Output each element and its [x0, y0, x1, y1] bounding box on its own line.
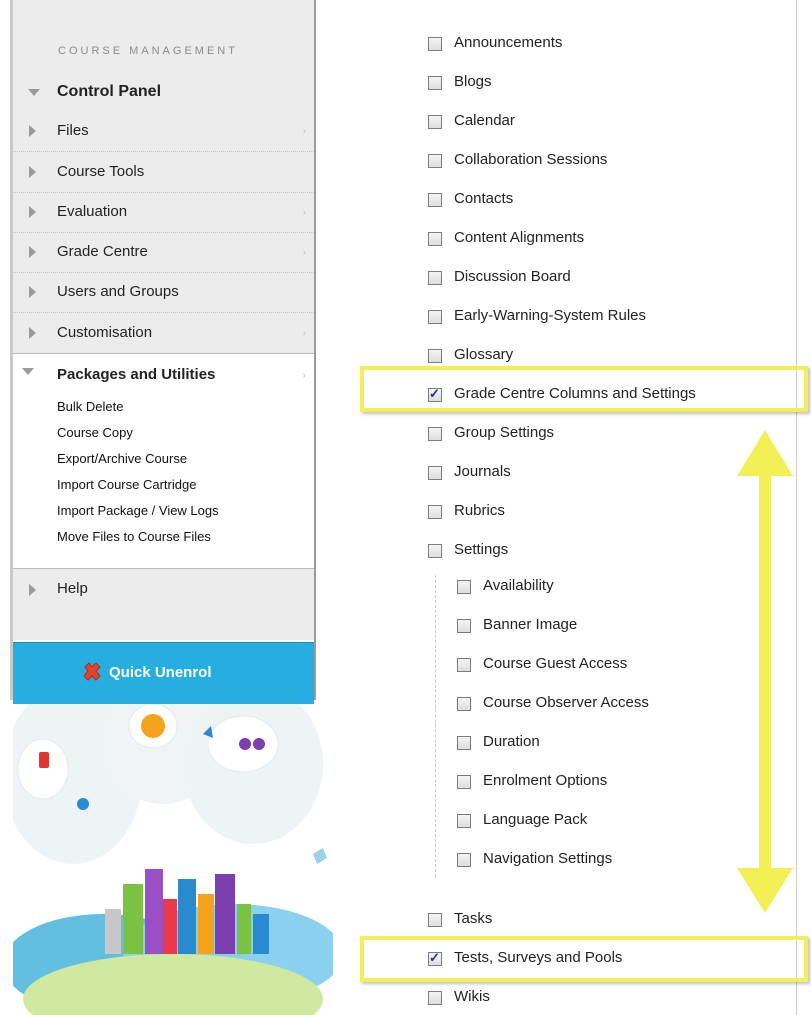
expand-triangle-icon: [29, 286, 36, 298]
option-label[interactable]: Course Observer Access: [483, 694, 649, 711]
expand-triangle-icon: [29, 584, 36, 596]
option-label[interactable]: Blogs: [454, 73, 492, 90]
expand-triangle-icon: [29, 125, 36, 137]
option-label[interactable]: Settings: [454, 541, 508, 558]
option-label[interactable]: Glossary: [454, 346, 513, 363]
expand-triangle-icon: [29, 206, 36, 218]
course-management-sidebar: COURSE MANAGEMENT Control Panel Files › Co…: [0, 0, 333, 1015]
sidebar-item-help[interactable]: Help: [13, 567, 314, 627]
sidebar-item-course-tools[interactable]: Course Tools: [13, 153, 314, 193]
option-checkbox[interactable]: [428, 76, 442, 90]
utility-link[interactable]: Import Course Cartridge: [57, 477, 196, 492]
sidebar-item-label: Course Tools: [57, 163, 145, 180]
sidebar-item-files[interactable]: Files ›: [13, 112, 314, 152]
option-checkbox[interactable]: [457, 697, 471, 711]
sidebar-edge: [314, 0, 316, 700]
option-checkbox[interactable]: [428, 271, 442, 285]
option-label[interactable]: Wikis: [454, 988, 490, 1005]
highlight-box: [360, 936, 808, 982]
option-checkbox[interactable]: [457, 736, 471, 750]
option-label[interactable]: Discussion Board: [454, 268, 571, 285]
option-checkbox[interactable]: [428, 310, 442, 324]
red-x-icon: [83, 662, 101, 681]
option-checkbox[interactable]: [457, 853, 471, 867]
option-label[interactable]: Collaboration Sessions: [454, 151, 607, 168]
collapse-triangle-icon: [22, 368, 34, 375]
double-arrow-annotation: [737, 430, 793, 913]
option-checkbox[interactable]: [457, 814, 471, 828]
chevron-right-icon: ›: [302, 247, 306, 258]
option-checkbox[interactable]: [457, 619, 471, 633]
option-label[interactable]: Early-Warning-System Rules: [454, 307, 646, 324]
sidebar-item-label: Users and Groups: [57, 283, 179, 300]
option-label[interactable]: Journals: [454, 463, 511, 480]
option-label[interactable]: Enrolment Options: [483, 772, 607, 789]
option-label[interactable]: Availability: [483, 577, 554, 594]
option-label[interactable]: Content Alignments: [454, 229, 584, 246]
option-label[interactable]: Duration: [483, 733, 540, 750]
collapse-triangle-icon: [28, 89, 40, 96]
highlight-box: [360, 366, 808, 412]
settings-children-guide: [435, 575, 436, 877]
option-label[interactable]: Contacts: [454, 190, 513, 207]
section-title: COURSE MANAGEMENT: [58, 45, 238, 57]
option-checkbox[interactable]: [428, 193, 442, 207]
utility-link[interactable]: Course Copy: [57, 425, 133, 440]
packages-and-utilities-label[interactable]: Packages and Utilities: [57, 366, 215, 383]
option-checkbox[interactable]: [428, 466, 442, 480]
control-panel-label: Control Panel: [57, 83, 162, 100]
option-checkbox[interactable]: [428, 427, 442, 441]
chevron-right-icon: ›: [302, 126, 306, 137]
sidebar-item-label: Customisation: [57, 324, 153, 341]
option-checkbox[interactable]: [428, 154, 442, 168]
sidebar-item-label: Help: [57, 580, 88, 597]
quick-unenrol-label: Quick Unenrol: [109, 664, 212, 681]
option-label[interactable]: Course Guest Access: [483, 655, 627, 672]
option-checkbox[interactable]: [428, 505, 442, 519]
expand-triangle-icon: [29, 327, 36, 339]
quick-unenrol-button[interactable]: Quick Unenrol: [13, 642, 314, 705]
option-label[interactable]: Navigation Settings: [483, 850, 612, 867]
option-checkbox[interactable]: [428, 913, 442, 927]
option-checkbox[interactable]: [428, 349, 442, 363]
option-checkbox[interactable]: [428, 115, 442, 129]
option-label[interactable]: Banner Image: [483, 616, 577, 633]
utility-link[interactable]: Import Package / View Logs: [57, 503, 219, 518]
utility-link[interactable]: Export/Archive Course: [57, 451, 187, 466]
content-divider: [796, 0, 797, 1015]
option-checkbox[interactable]: [428, 544, 442, 558]
sidebar-item-customisation[interactable]: Customisation ›: [13, 314, 314, 354]
option-label[interactable]: Rubrics: [454, 502, 505, 519]
option-checkbox[interactable]: [428, 232, 442, 246]
option-checkbox[interactable]: [428, 37, 442, 51]
decorative-city-illustration: [13, 704, 333, 1015]
option-label[interactable]: Group Settings: [454, 424, 554, 441]
sidebar-item-label: Files: [57, 122, 89, 139]
option-checkbox[interactable]: [457, 658, 471, 672]
expand-triangle-icon: [29, 166, 36, 178]
option-label[interactable]: Announcements: [454, 34, 562, 51]
chevron-right-icon: ›: [302, 370, 306, 381]
sidebar-item-label: Grade Centre: [57, 243, 148, 260]
sidebar-item-users-and-groups[interactable]: Users and Groups: [13, 273, 314, 313]
expand-triangle-icon: [29, 246, 36, 258]
option-checkbox[interactable]: [428, 991, 442, 1005]
chevron-right-icon: ›: [302, 328, 306, 339]
option-label[interactable]: Tasks: [454, 910, 492, 927]
utility-link[interactable]: Bulk Delete: [57, 399, 123, 414]
option-label[interactable]: Language Pack: [483, 811, 587, 828]
sidebar-item-evaluation[interactable]: Evaluation ›: [13, 193, 314, 233]
utility-link[interactable]: Move Files to Course Files: [57, 529, 211, 544]
sidebar-item-label: Evaluation: [57, 203, 128, 220]
option-label[interactable]: Calendar: [454, 112, 515, 129]
chevron-right-icon: ›: [302, 207, 306, 218]
option-checkbox[interactable]: [457, 775, 471, 789]
option-checkbox[interactable]: [457, 580, 471, 594]
sidebar-item-grade-centre[interactable]: Grade Centre ›: [13, 233, 314, 273]
packages-and-utilities-panel: Packages and Utilities › Bulk Delete Cour…: [13, 353, 314, 569]
